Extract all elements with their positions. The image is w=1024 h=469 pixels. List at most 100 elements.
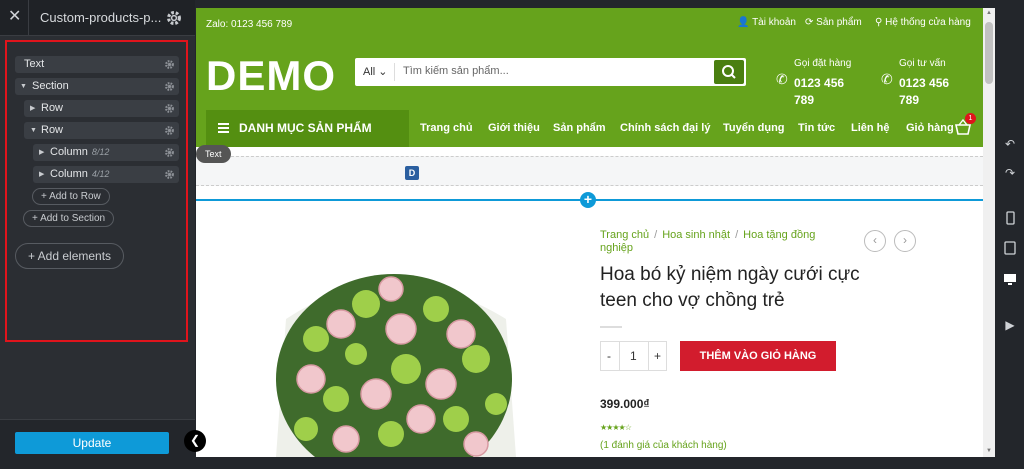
tree-node-column[interactable]: ▶ Column 8/12 (33, 144, 179, 161)
gear-icon[interactable] (164, 169, 175, 180)
site-logo[interactable]: DEMO (206, 52, 336, 100)
desktop-icon[interactable] (1003, 272, 1017, 286)
text-element-area[interactable] (196, 156, 983, 186)
category-menu-button[interactable]: DANH MỤC SẢN PHẨM (206, 110, 409, 147)
product-image[interactable] (206, 229, 578, 457)
block-badge: D (405, 166, 419, 180)
scroll-up-icon[interactable]: ▲ (985, 10, 993, 16)
tree-node-row[interactable]: ▶ Row (24, 100, 179, 117)
review-link[interactable]: (1 đánh giá của khách hàng) (600, 440, 727, 451)
quantity-stepper[interactable]: - 1 + (600, 341, 667, 371)
scroll-thumb[interactable] (985, 22, 993, 84)
breadcrumb-item[interactable]: Trang chủ (600, 229, 649, 241)
caret-down-icon[interactable]: ▼ (30, 122, 37, 139)
gear-icon[interactable] (164, 125, 175, 136)
device-toolbar: ↶ ↷ ▶ (995, 0, 1024, 469)
quantity-field[interactable]: 1 (630, 349, 637, 363)
gear-icon[interactable] (165, 9, 183, 27)
phone-icon: ✆ (776, 71, 788, 87)
add-to-section-button[interactable]: + Add to Section (23, 210, 115, 227)
undo-icon[interactable]: ↶ (1003, 137, 1017, 151)
editor-topbar: ✕ Custom-products-p... (0, 0, 195, 36)
tablet-icon[interactable] (1003, 241, 1017, 255)
caret-right-icon[interactable]: ▶ (39, 144, 44, 161)
page-title: Custom-products-p... (40, 10, 162, 25)
product-title: Hoa bó kỷ niệm ngày cưới cực teen cho vợ… (600, 264, 860, 311)
search-input[interactable]: Tìm kiếm sản phẩm... (403, 65, 509, 77)
add-section-button[interactable]: + (580, 192, 596, 208)
refresh-icon: ⟳ (805, 17, 814, 28)
nav-item-news[interactable]: Tin tức (798, 122, 835, 134)
scroll-down-icon[interactable]: ▼ (985, 448, 993, 454)
account-link[interactable]: 👤 Tài khoản (737, 17, 796, 28)
next-product-button[interactable]: › (894, 230, 916, 252)
editor-sidebar: ✕ Custom-products-p... Text ▼ Section ▶ … (0, 0, 195, 469)
caret-right-icon[interactable]: ▶ (30, 100, 35, 117)
nav-item-contact[interactable]: Liên hệ (851, 122, 890, 134)
tree-node-row[interactable]: ▼ Row (24, 122, 179, 139)
product-price: 399.000₫ (600, 397, 650, 411)
gear-icon[interactable] (164, 59, 175, 70)
tree-node-label: Row (41, 124, 64, 136)
nav-item-home[interactable]: Trang chủ (420, 122, 473, 134)
search-bar[interactable]: All ⌄ Tìm kiếm sản phẩm... (355, 58, 746, 86)
redo-icon[interactable]: ↷ (1003, 166, 1017, 180)
nav-item-about[interactable]: Giới thiệu (488, 122, 540, 134)
tree-node-label: Column (50, 146, 88, 158)
products-link[interactable]: ⟳ Sản phẩm (805, 17, 862, 28)
tree-node-section[interactable]: ▼ Section (15, 78, 179, 95)
search-button[interactable] (714, 60, 744, 84)
nav-item-products[interactable]: Sản phẩm (553, 122, 606, 134)
main-nav: DANH MỤC SẢN PHẨM Trang chủ Giới thiệu S… (196, 110, 983, 147)
divider (600, 326, 622, 328)
cart-icon[interactable]: 1 (954, 113, 976, 136)
tree-node-label: Section (32, 80, 69, 92)
tree-node-column[interactable]: ▶ Column 4/12 (33, 166, 179, 183)
stores-link[interactable]: ⚲ Hệ thống cửa hàng (875, 17, 971, 28)
phone-icon: ✆ (881, 71, 893, 87)
close-icon[interactable]: ✕ (8, 8, 21, 26)
tree-node-text[interactable]: Text (15, 56, 179, 73)
breadcrumb: Trang chủ / Hoa sinh nhật / Hoa tặng đồng ng… (600, 229, 816, 254)
site-topbar: Zalo: 0123 456 789 👤 Tài khoản ⟳ Sản phẩ… (196, 8, 983, 40)
add-elements-button[interactable]: + Add elements (15, 243, 125, 269)
map-pin-icon: ⚲ (875, 17, 883, 28)
rating-stars: ★★★★☆ (600, 423, 632, 432)
page-builder: ✕ Custom-products-p... Text ▼ Section ▶ … (0, 0, 1024, 469)
tree-node-label: Text (24, 58, 45, 70)
gear-icon[interactable] (164, 103, 175, 114)
preview-scrollbar[interactable]: ▲ ▼ (983, 8, 995, 457)
mobile-icon[interactable] (1003, 211, 1017, 225)
site-header: DEMO All ⌄ Tìm kiếm sản phẩm... ✆ Gọi đặ… (196, 40, 983, 110)
gear-icon[interactable] (164, 147, 175, 158)
menu-icon (218, 123, 229, 135)
divider (28, 0, 29, 36)
tree-node-label: Column (50, 168, 88, 180)
zalo-contact: Zalo: 0123 456 789 (206, 19, 293, 30)
layers-tree: Text ▼ Section ▶ Row ▼ Row ▶ Column8/12 (5, 40, 188, 342)
play-icon[interactable]: ▶ (1003, 318, 1017, 332)
preview-frame: Zalo: 0123 456 789 👤 Tài khoản ⟳ Sản phẩ… (196, 8, 983, 457)
gear-icon[interactable] (164, 81, 175, 92)
chevron-left-icon[interactable]: ❮ (184, 430, 206, 452)
add-to-cart-button[interactable]: THÊM VÀO GIỎ HÀNG (680, 341, 836, 371)
add-to-row-button[interactable]: + Add to Row (32, 188, 110, 205)
user-icon: 👤 (737, 17, 750, 28)
prev-product-button[interactable]: ‹ (864, 230, 886, 252)
nav-item-careers[interactable]: Tuyển dụng (723, 122, 785, 134)
nav-item-cart[interactable]: Giỏ hàng (906, 122, 954, 134)
column-width: 4/12 (91, 169, 110, 179)
tree-node-label: Row (41, 102, 64, 114)
nav-item-agency-policy[interactable]: Chính sách đại lý (620, 122, 710, 134)
qty-minus-button[interactable]: - (607, 349, 611, 363)
flower-bouquet-image (206, 229, 578, 457)
element-tag[interactable]: Text (196, 145, 231, 163)
update-button[interactable]: Update (15, 432, 169, 454)
category-select[interactable]: All ⌄ (363, 65, 388, 78)
qty-plus-button[interactable]: + (654, 349, 661, 363)
caret-right-icon[interactable]: ▶ (39, 166, 44, 183)
caret-down-icon[interactable]: ▼ (20, 78, 27, 95)
cart-count-badge: 1 (965, 113, 976, 124)
editor-footer: Update (0, 419, 195, 469)
breadcrumb-item[interactable]: Hoa sinh nhật (662, 229, 730, 241)
